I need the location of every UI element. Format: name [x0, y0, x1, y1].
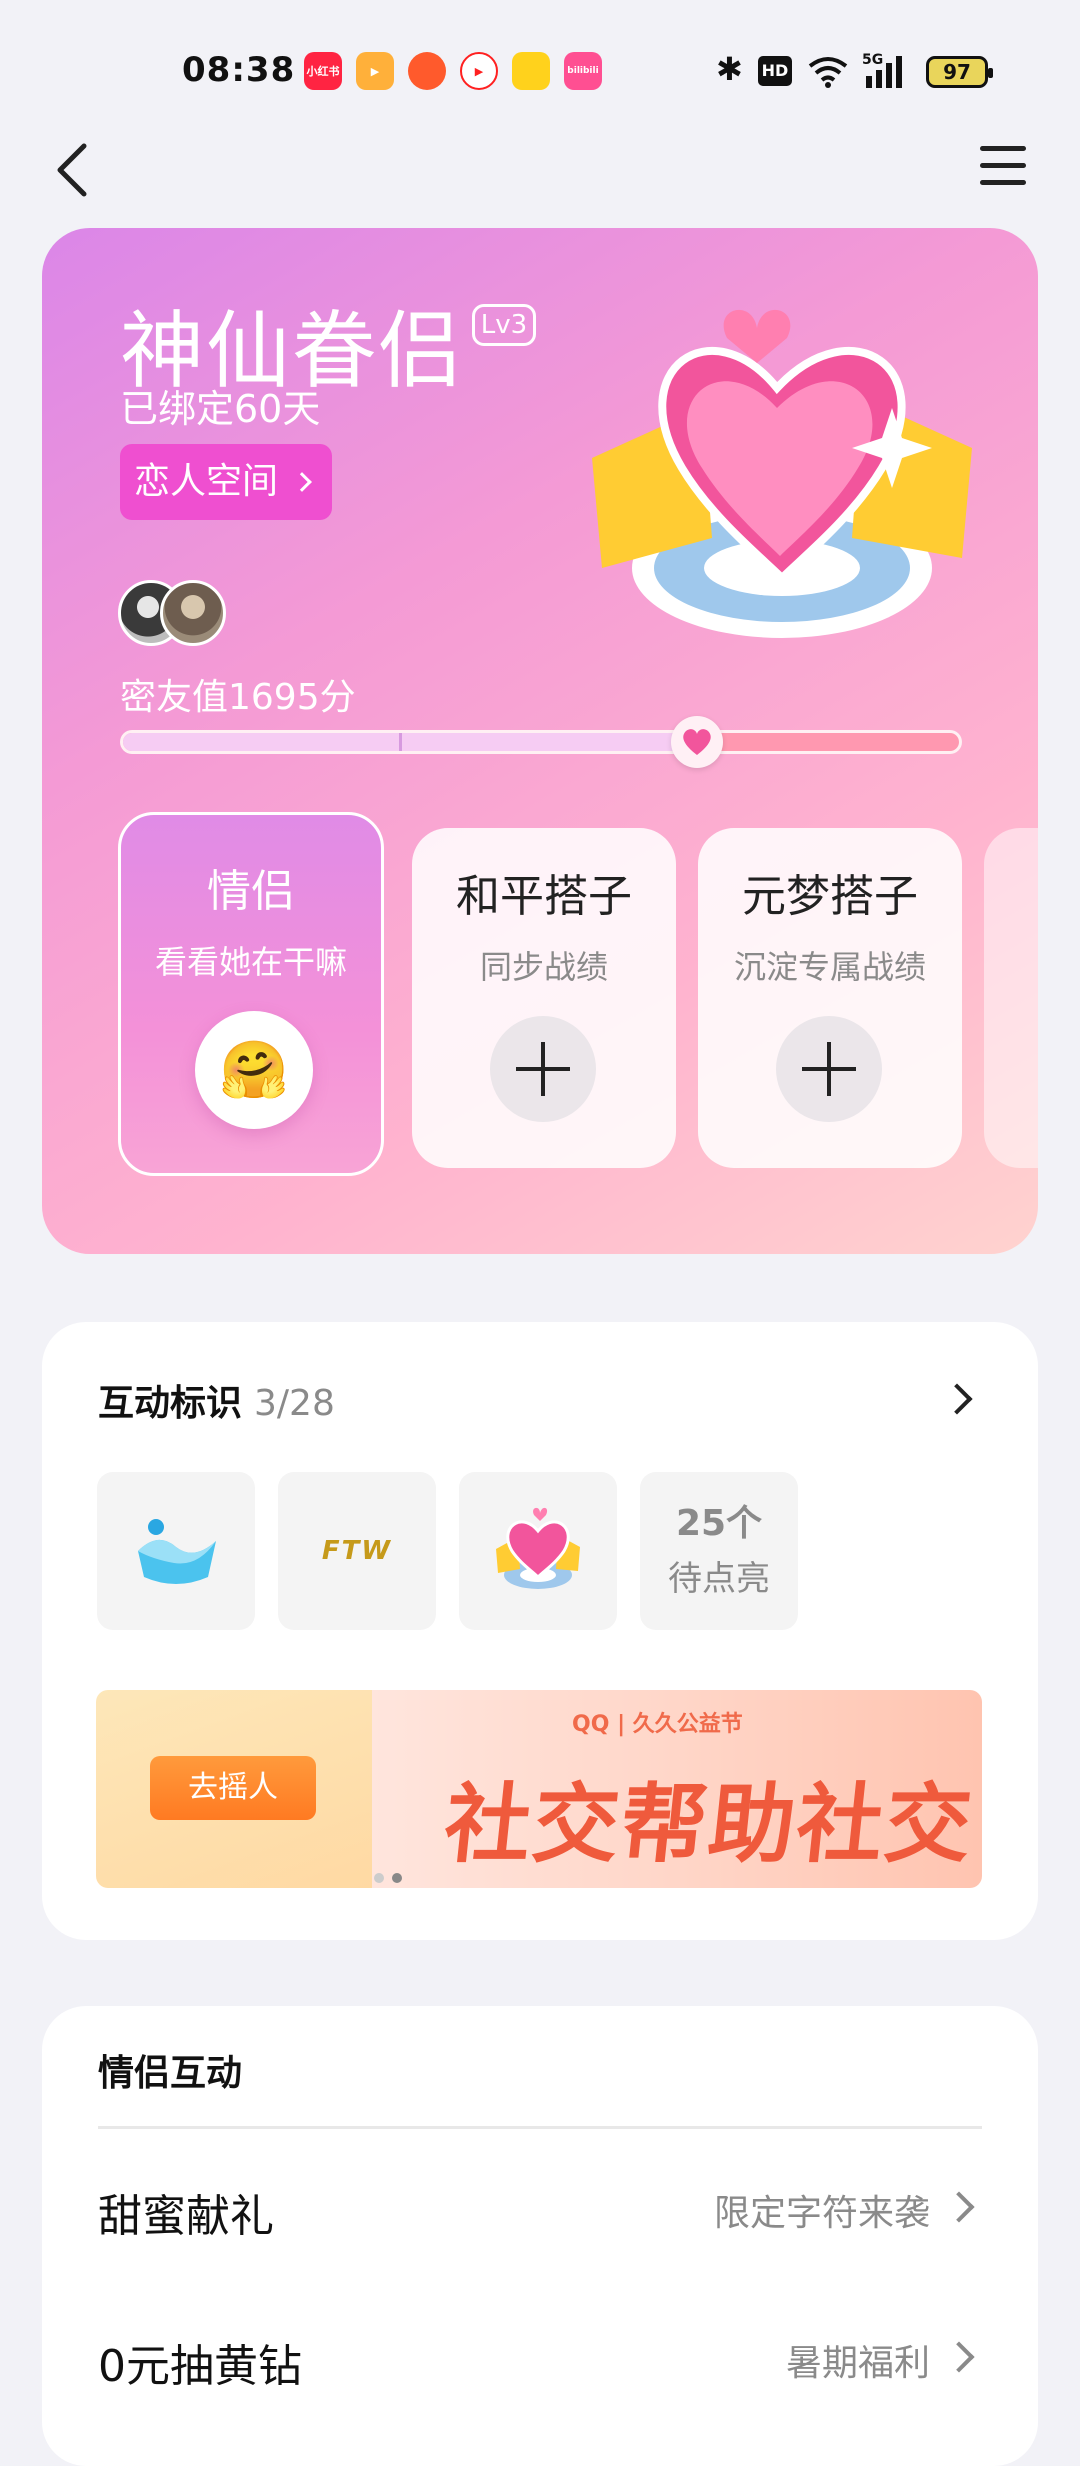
lover-space-label: 恋人空间 — [134, 461, 279, 502]
video-app-icon: ▶ — [356, 52, 394, 90]
bilibili-app-icon: bilibili — [564, 52, 602, 90]
tag-card-peace-partner[interactable]: 和平搭子 同步战绩 — [412, 828, 676, 1168]
chevron-right-icon — [292, 472, 313, 492]
couple-interaction-title: 情侣互动 — [98, 2053, 243, 2094]
tag-subtitle: 看看她在干嘛 — [154, 943, 347, 981]
promo-banner[interactable]: 去摇人 QQ | 久久公益节 社交帮助社交 — [96, 1690, 982, 1888]
list-item-value: 暑期福利 — [785, 2343, 930, 2384]
intimacy-progress-bar — [120, 730, 962, 754]
heart-progress-knob-icon — [670, 716, 723, 768]
banner-brand: QQ | 久久公益节 — [572, 1712, 743, 1737]
banner-right-panel: QQ | 久久公益节 社交帮助社交 — [372, 1690, 982, 1888]
divider — [98, 2126, 982, 2129]
section-title: 互动标识 3/28 — [98, 1374, 335, 1426]
status-time: 08:38 — [182, 50, 296, 90]
heart-ring-illustration — [592, 309, 972, 638]
list-item-value: 限定字符来袭 — [713, 2193, 930, 2234]
avatar — [160, 580, 226, 646]
badge-water-icon[interactable] — [97, 1472, 255, 1630]
status-bar: 08:38 小红书 ▶ ▶ bilibili ✱ HD 5G 97 — [0, 0, 1080, 120]
tag-card-couple[interactable]: 情侣 看看她在干嘛 🤗 — [118, 812, 384, 1176]
add-plus-icon[interactable] — [776, 1016, 882, 1122]
list-item-sweet-gift[interactable]: 甜蜜献礼 限定字符来袭 — [98, 2146, 982, 2266]
add-plus-icon[interactable] — [490, 1016, 596, 1122]
hug-emoji-icon[interactable]: 🤗 — [195, 1011, 313, 1129]
play-app-icon: ▶ — [460, 52, 498, 90]
chevron-right-icon[interactable] — [941, 1383, 973, 1415]
back-arrow-icon[interactable] — [52, 140, 96, 200]
list-item-yellow-diamond[interactable]: 0元抽黄钻 暑期福利 — [98, 2296, 982, 2416]
couple-interaction-card: 情侣互动 甜蜜献礼 限定字符来袭 0元抽黄钻 暑期福利 — [42, 2006, 1038, 2466]
heart-ring-icon — [496, 1507, 580, 1589]
couple-avatars[interactable] — [118, 580, 228, 646]
interaction-badges-title: 互动标识 — [98, 1383, 243, 1424]
cellular-signal-icon: 5G — [862, 52, 902, 88]
progress-tick — [399, 733, 402, 751]
battery-icon: 97 — [926, 56, 993, 88]
tag-title: 和平搭子 — [456, 871, 632, 922]
list-item-label: 0元抽黄钻 — [98, 2341, 302, 2392]
game-app-icon — [408, 52, 446, 90]
carousel-dots — [374, 1868, 410, 1887]
badge-heart-ring-icon[interactable] — [459, 1472, 617, 1630]
tag-title: 元梦搭子 — [742, 871, 918, 922]
tag-card-dream-partner[interactable]: 元梦搭子 沉淀专属战绩 — [698, 828, 962, 1168]
carousel-dot — [392, 1873, 402, 1883]
battery-level: 97 — [943, 60, 971, 84]
banner-slogan: 社交帮助社交 — [439, 1775, 979, 1875]
water-wave-icon — [138, 1519, 216, 1584]
tag-subtitle: 同步战绩 — [479, 948, 608, 986]
wifi-icon — [808, 57, 848, 88]
tag-title: 情侣 — [207, 866, 295, 917]
cat-app-icon — [512, 52, 550, 90]
interaction-badges-card: 互动标识 3/28 FTW 25个 待点亮 去摇人 QQ | 久久公益节 社交帮… — [42, 1322, 1038, 1940]
badge-ftw-icon[interactable]: FTW — [278, 1472, 436, 1630]
level-badge: Lv3 — [472, 304, 536, 346]
lover-space-button[interactable]: 恋人空间 — [120, 444, 332, 520]
tag-subtitle: 沉淀专属战绩 — [733, 948, 926, 986]
badge-count: 3/28 — [254, 1383, 335, 1424]
pending-badges-tile[interactable]: 25个 待点亮 — [640, 1472, 798, 1630]
menu-icon[interactable] — [980, 146, 1026, 192]
hd-icon: HD — [758, 56, 792, 86]
bluetooth-icon: ✱ — [716, 50, 743, 88]
relationship-hero-card: 神仙眷侣 Lv3 已绑定60天 恋人空间 密友值1695分 情侣 看看她在干嘛 … — [42, 228, 1038, 1254]
xiaohongshu-app-icon: 小红书 — [304, 52, 342, 90]
intimacy-score: 密友值1695分 — [120, 677, 356, 718]
tag-card-peek[interactable] — [984, 828, 1038, 1168]
pending-badge-count: 25个 — [675, 1502, 763, 1544]
shake-people-button[interactable]: 去摇人 — [150, 1756, 316, 1820]
banner-left-panel: 去摇人 — [96, 1690, 372, 1888]
svg-text:5G: 5G — [862, 52, 883, 68]
chevron-right-icon — [943, 2341, 975, 2373]
pending-badge-label: 待点亮 — [668, 1559, 770, 1600]
chevron-right-icon — [943, 2191, 975, 2223]
list-item-label: 甜蜜献礼 — [98, 2191, 274, 2242]
intimacy-progress-fill — [123, 733, 700, 751]
bound-days-text: 已绑定60天 — [120, 387, 321, 431]
badge-ftw-text: FTW — [321, 1536, 393, 1566]
carousel-dot — [374, 1873, 384, 1883]
